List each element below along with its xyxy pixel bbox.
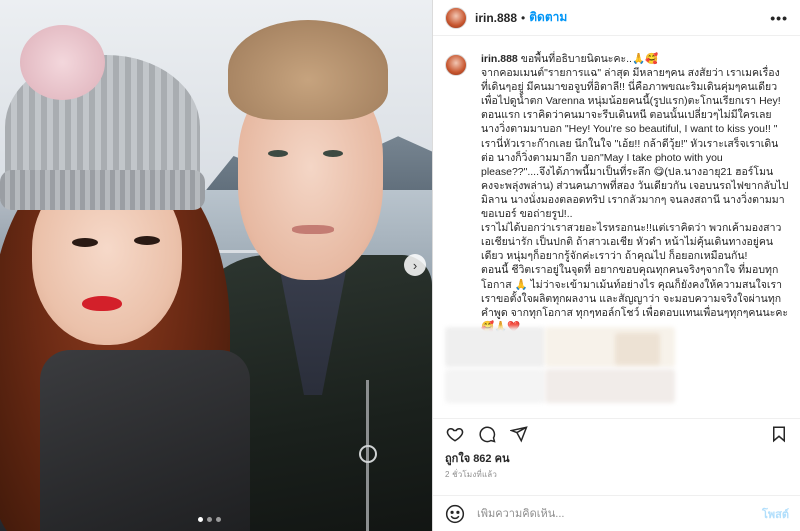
carousel-dot-active bbox=[198, 517, 203, 522]
woman-jacket bbox=[40, 350, 250, 531]
post-comment-button[interactable]: โพสต์ bbox=[762, 505, 789, 523]
zipper-ring bbox=[359, 445, 377, 463]
caption-row: irin.888 ขอพื้นที่อธิบายนิดนะคะ..🙏🥰 จากค… bbox=[445, 52, 789, 334]
blurred-comments bbox=[445, 327, 790, 407]
man-right-eye bbox=[323, 150, 343, 157]
comment-icon bbox=[479, 426, 496, 443]
header-separator: • bbox=[521, 10, 526, 25]
caption-body: ขอพื้นที่อธิบายนิดนะคะ..🙏🥰 จากคอมเมนต์"ร… bbox=[481, 53, 789, 333]
man-mouth bbox=[292, 225, 334, 234]
blurred-block bbox=[445, 327, 545, 367]
save-button[interactable] bbox=[769, 424, 789, 444]
blurred-block bbox=[445, 369, 545, 403]
woman-right-eye bbox=[134, 236, 160, 245]
likes-count[interactable]: ถูกใจ 862 คน bbox=[445, 449, 509, 467]
knit-hat-band bbox=[0, 170, 205, 210]
man-hair bbox=[228, 20, 388, 120]
comment-bar: โพสต์ bbox=[433, 495, 800, 531]
heart-icon bbox=[446, 427, 464, 442]
caption-text-block: irin.888 ขอพื้นที่อธิบายนิดนะคะ..🙏🥰 จากค… bbox=[481, 52, 789, 334]
post-header: irin.888 • ติดตาม ••• bbox=[433, 0, 800, 36]
blurred-block bbox=[545, 369, 675, 403]
share-icon bbox=[510, 425, 528, 443]
carousel-dots bbox=[198, 517, 221, 522]
post-side-panel: irin.888 • ติดตาม ••• irin.888 ขอพื้นที่… bbox=[432, 0, 800, 531]
next-photo-button[interactable]: › bbox=[404, 254, 426, 276]
caption-avatar[interactable] bbox=[445, 54, 467, 76]
chevron-right-icon: › bbox=[412, 257, 418, 273]
like-button[interactable] bbox=[445, 424, 465, 444]
blurred-block bbox=[615, 333, 660, 365]
posted-time: 2 ชั่วโมงที่แล้ว bbox=[445, 470, 498, 479]
carousel-dot bbox=[216, 517, 221, 522]
more-options-icon[interactable]: ••• bbox=[770, 10, 788, 26]
follow-button[interactable]: ติดตาม bbox=[529, 8, 567, 27]
post-photo: › bbox=[0, 0, 432, 531]
woman-lips bbox=[82, 296, 122, 311]
carousel-dot bbox=[207, 517, 212, 522]
share-button[interactable] bbox=[509, 424, 529, 444]
woman-left-eye bbox=[72, 238, 98, 247]
man-left-eye bbox=[268, 150, 288, 157]
emoji-icon[interactable] bbox=[445, 504, 465, 524]
bookmark-icon bbox=[773, 426, 785, 442]
comment-button[interactable] bbox=[477, 424, 497, 444]
comment-input[interactable] bbox=[477, 507, 762, 520]
hat-pompom bbox=[20, 25, 105, 100]
caption-username[interactable]: irin.888 bbox=[481, 53, 518, 65]
action-bar bbox=[433, 418, 800, 448]
avatar[interactable] bbox=[445, 6, 467, 29]
header-username[interactable]: irin.888 bbox=[475, 11, 517, 25]
